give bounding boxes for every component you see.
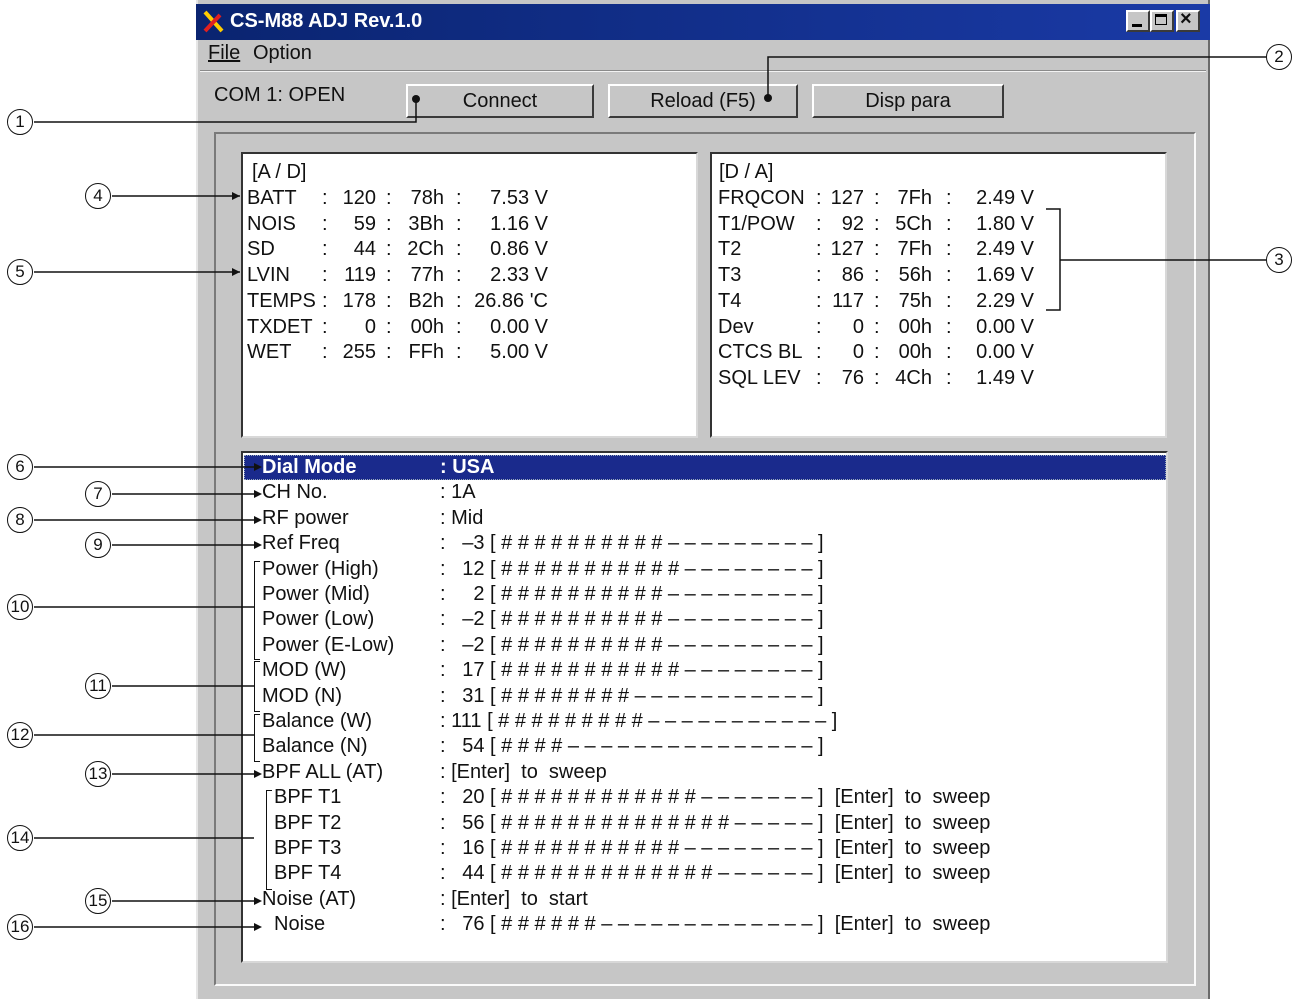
callout-number: 9 (85, 532, 111, 558)
callout-number: 15 (85, 888, 111, 914)
callout-number: 11 (85, 673, 111, 699)
callout-number: 14 (7, 825, 33, 851)
callout-lines (34, 56, 1266, 931)
callout-number: 2 (1266, 44, 1292, 70)
callout-number: 6 (7, 454, 33, 480)
callout-number: 8 (7, 507, 33, 533)
callout-number: 5 (7, 259, 33, 285)
callout-number: 4 (85, 183, 111, 209)
callout-number: 7 (85, 481, 111, 507)
callout-number: 10 (7, 594, 33, 620)
callout-number: 13 (85, 761, 111, 787)
callout-number: 16 (7, 914, 33, 940)
callout-number: 3 (1266, 247, 1292, 273)
callout-number: 1 (7, 109, 33, 135)
callout-number: 12 (7, 722, 33, 748)
